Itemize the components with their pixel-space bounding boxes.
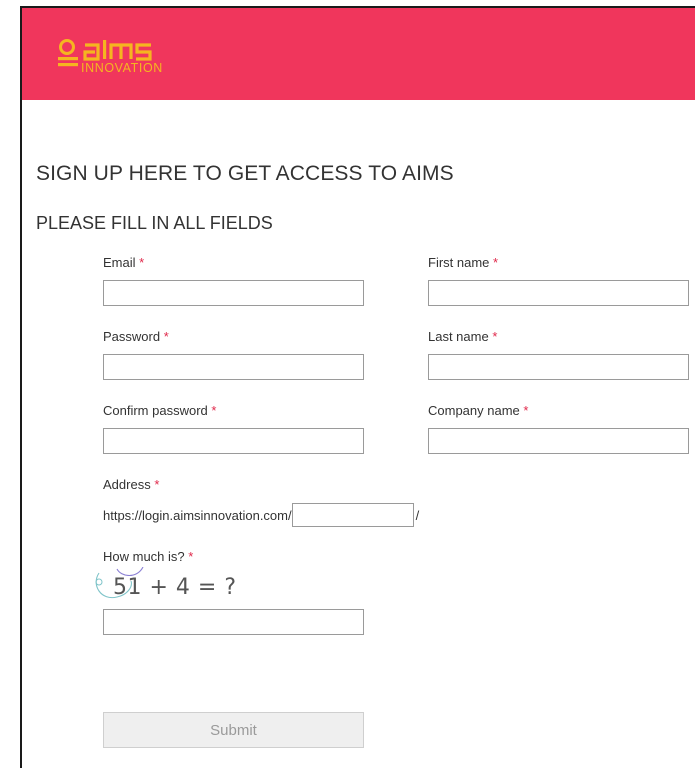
address-suffix: / — [415, 507, 420, 523]
page-title: SIGN UP HERE TO GET ACCESS TO AIMS — [36, 162, 454, 185]
company-name-input[interactable] — [428, 428, 689, 454]
password-field-group: Password * — [103, 329, 364, 380]
first-name-label: First name * — [428, 255, 499, 270]
last-name-label: Last name * — [428, 329, 498, 344]
captcha-challenge: 51 + 4 = ? — [95, 567, 364, 605]
captcha-question: 51 + 4 = ? — [113, 575, 237, 600]
address-row: https://login.aimsinnovation.com/ / — [103, 502, 419, 528]
email-field-group: Email * — [103, 255, 364, 306]
page-subtitle: PLEASE FILL IN ALL FIELDS — [36, 213, 273, 233]
last-name-input[interactable] — [428, 354, 689, 380]
email-label: Email * — [103, 255, 145, 270]
password-input[interactable] — [103, 354, 364, 380]
aims-logo: INNOVATION — [58, 39, 163, 75]
captcha-field-group: How much is? * 51 + 4 = ? — [95, 549, 364, 635]
address-subdomain-input[interactable] — [291, 503, 414, 527]
company-name-label: Company name * — [428, 403, 529, 418]
address-prefix: https://login.aimsinnovation.com/ — [103, 507, 292, 523]
company-name-field-group: Company name * — [428, 403, 689, 454]
confirm-password-field-group: Confirm password * — [103, 403, 364, 454]
password-label: Password * — [103, 329, 169, 344]
confirm-password-input[interactable] — [103, 428, 364, 454]
svg-text:INNOVATION: INNOVATION — [81, 61, 163, 75]
signup-window: INNOVATION SIGN UP HERE TO GET ACCESS TO… — [20, 6, 695, 768]
first-name-field-group: First name * — [428, 255, 689, 306]
confirm-password-label: Confirm password * — [103, 403, 217, 418]
captcha-answer-input[interactable] — [103, 609, 364, 635]
brand-header: INNOVATION — [22, 8, 695, 100]
submit-button[interactable]: Submit — [103, 712, 364, 748]
email-input[interactable] — [103, 280, 364, 306]
address-label: Address * — [103, 477, 160, 492]
last-name-field-group: Last name * — [428, 329, 689, 380]
first-name-input[interactable] — [428, 280, 689, 306]
captcha-label: How much is? * — [103, 549, 194, 564]
address-field-group: Address * https://login.aimsinnovation.c… — [103, 477, 419, 528]
